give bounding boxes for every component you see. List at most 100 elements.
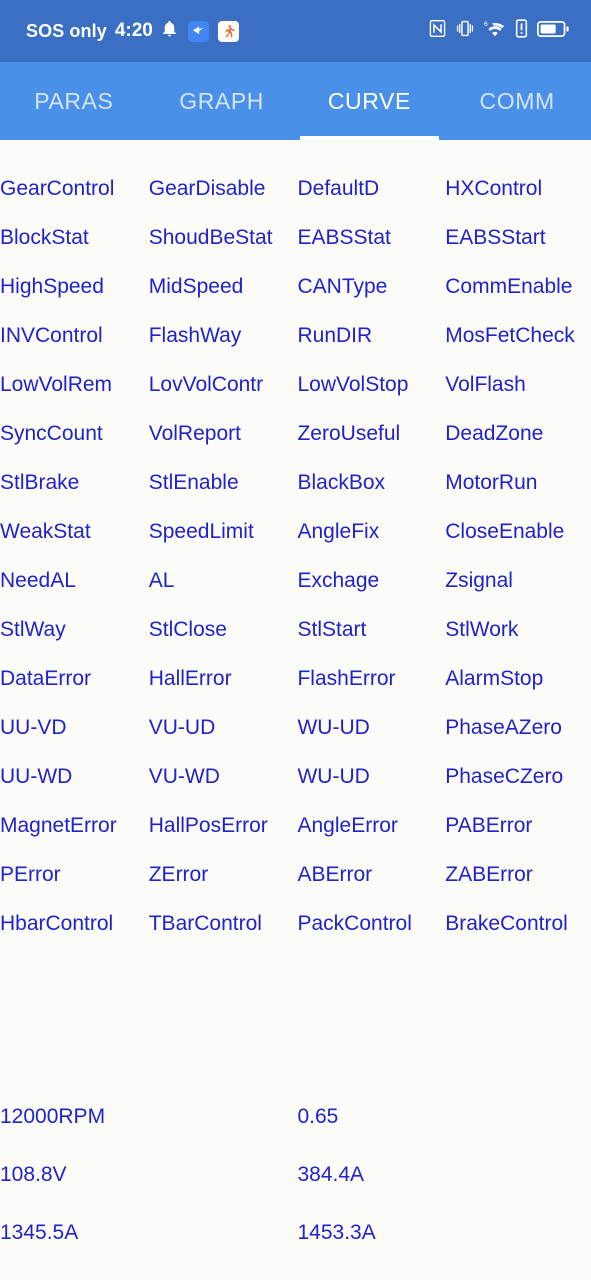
table-row: StlWay StlClose StlStart StlWork (0, 613, 591, 662)
tab-label: COMM (479, 87, 555, 114)
parameter-item[interactable]: INVControl (0, 319, 148, 368)
parameter-item[interactable]: VolFlash (443, 368, 591, 417)
parameter-item[interactable]: MotorRun (443, 466, 591, 515)
parameter-item[interactable]: LowVolRem (0, 368, 148, 417)
parameter-item[interactable]: Exchage (295, 564, 443, 613)
parameter-item[interactable]: HallPosError (148, 809, 296, 858)
parameter-item[interactable]: PhaseCZero (443, 760, 591, 809)
parameter-item[interactable]: MidSpeed (148, 270, 296, 319)
table-row: BlockStat ShoudBeStat EABSStat EABSStart (0, 221, 591, 270)
parameter-item[interactable]: HighSpeed (0, 270, 148, 319)
parameter-item[interactable]: PABError (443, 809, 591, 858)
parameter-item[interactable]: GearDisable (148, 172, 296, 221)
table-row: DataError HallError FlashError AlarmStop (0, 662, 591, 711)
parameter-item[interactable]: VU-UD (148, 711, 296, 760)
parameter-item[interactable]: UU-VD (0, 711, 148, 760)
content-area: GearControl GearDisable DefaultD HXContr… (0, 140, 591, 1280)
parameter-item[interactable]: HXControl (443, 172, 591, 221)
parameter-item[interactable]: ZABError (443, 858, 591, 907)
parameter-item[interactable]: ZError (148, 858, 296, 907)
parameter-item[interactable]: StlWay (0, 613, 148, 662)
app-badge-runner-icon (217, 20, 239, 42)
parameter-item[interactable]: FlashWay (148, 319, 296, 368)
parameter-item[interactable]: TBarControl (148, 907, 296, 956)
parameter-grid: GearControl GearDisable DefaultD HXContr… (0, 172, 591, 956)
parameter-item[interactable]: MagnetError (0, 809, 148, 858)
value-item[interactable]: 1345.5A (0, 1218, 295, 1248)
value-item[interactable]: 0.65 (295, 1102, 591, 1132)
svg-text:6: 6 (484, 21, 488, 28)
value-row: 12000RPM 0.65 (0, 1102, 591, 1160)
parameter-item[interactable]: SpeedLimit (148, 515, 296, 564)
value-row: 108.8V 384.4A (0, 1160, 591, 1218)
value-item[interactable]: 3.40V (295, 1276, 591, 1280)
parameter-item[interactable]: UU-WD (0, 760, 148, 809)
nfc-icon (429, 19, 446, 43)
measurement-values: 12000RPM 0.65 108.8V 384.4A 1345.5A 1453… (0, 1102, 591, 1280)
parameter-item[interactable]: StlClose (148, 613, 296, 662)
parameter-item[interactable]: WU-UD (295, 760, 443, 809)
parameter-item[interactable]: AngleFix (295, 515, 443, 564)
parameter-item[interactable]: SyncCount (0, 417, 148, 466)
tab-comm[interactable]: COMM (443, 62, 591, 140)
status-bar-left: SOS only 4:20 (26, 19, 239, 43)
parameter-item[interactable]: VU-WD (148, 760, 296, 809)
vibrate-icon (455, 19, 475, 43)
parameter-item[interactable]: RunDIR (295, 319, 443, 368)
tab-paras[interactable]: PARAS (0, 62, 148, 140)
parameter-item[interactable]: StlStart (295, 613, 443, 662)
table-row: StlBrake StlEnable BlackBox MotorRun (0, 466, 591, 515)
value-item[interactable]: 384.4A (295, 1160, 591, 1190)
parameter-item[interactable]: LowVolStop (295, 368, 443, 417)
table-row: PError ZError ABError ZABError (0, 858, 591, 907)
parameter-item[interactable]: HallError (148, 662, 296, 711)
parameter-item[interactable]: StlWork (443, 613, 591, 662)
parameter-item[interactable]: PackControl (295, 907, 443, 956)
parameter-item[interactable]: WeakStat (0, 515, 148, 564)
parameter-item[interactable]: AlarmStop (443, 662, 591, 711)
status-bar-right: 6 (429, 19, 569, 43)
parameter-item[interactable]: GearControl (0, 172, 148, 221)
tab-graph[interactable]: GRAPH (148, 62, 296, 140)
parameter-item[interactable]: StlBrake (0, 466, 148, 515)
parameter-item[interactable]: VolReport (148, 417, 296, 466)
parameter-item[interactable]: CANType (295, 270, 443, 319)
parameter-item[interactable]: FlashError (295, 662, 443, 711)
parameter-item[interactable]: StlEnable (148, 466, 296, 515)
parameter-item[interactable]: ABError (295, 858, 443, 907)
parameter-item[interactable]: DataError (0, 662, 148, 711)
parameter-item[interactable]: PhaseAZero (443, 711, 591, 760)
parameter-item[interactable]: BlackBox (295, 466, 443, 515)
table-row: INVControl FlashWay RunDIR MosFetCheck (0, 319, 591, 368)
value-item[interactable]: MTPA (0, 1276, 295, 1280)
parameter-item[interactable]: BrakeControl (443, 907, 591, 956)
app-badge-blue-icon (187, 20, 209, 42)
parameter-item[interactable]: MosFetCheck (443, 319, 591, 368)
carrier-label: SOS only (26, 20, 107, 41)
table-row: LowVolRem LovVolContr LowVolStop VolFlas… (0, 368, 591, 417)
parameter-item[interactable]: WU-UD (295, 711, 443, 760)
parameter-item[interactable]: CommEnable (443, 270, 591, 319)
parameter-item[interactable]: ShoudBeStat (148, 221, 296, 270)
parameter-item[interactable]: AngleError (295, 809, 443, 858)
parameter-item[interactable]: HbarControl (0, 907, 148, 956)
parameter-item[interactable]: PError (0, 858, 148, 907)
parameter-item[interactable]: BlockStat (0, 221, 148, 270)
value-item[interactable]: 1453.3A (295, 1218, 591, 1248)
tab-curve[interactable]: CURVE (296, 62, 444, 140)
value-item[interactable]: 108.8V (0, 1160, 295, 1190)
value-row: MTPA 3.40V (0, 1276, 591, 1280)
status-bar: SOS only 4:20 6 (0, 0, 591, 62)
parameter-item[interactable]: AL (148, 564, 296, 613)
value-item[interactable]: 12000RPM (0, 1102, 295, 1132)
parameter-item[interactable]: EABSStat (295, 221, 443, 270)
parameter-item[interactable]: NeedAL (0, 564, 148, 613)
parameter-item[interactable]: DeadZone (443, 417, 591, 466)
parameter-item[interactable]: EABSStart (443, 221, 591, 270)
parameter-item[interactable]: DefaultD (295, 172, 443, 221)
parameter-item[interactable]: CloseEnable (443, 515, 591, 564)
parameter-item[interactable]: ZeroUseful (295, 417, 443, 466)
parameter-item[interactable]: Zsignal (443, 564, 591, 613)
tab-bar: PARAS GRAPH CURVE COMM (0, 62, 591, 140)
parameter-item[interactable]: LovVolContr (148, 368, 296, 417)
